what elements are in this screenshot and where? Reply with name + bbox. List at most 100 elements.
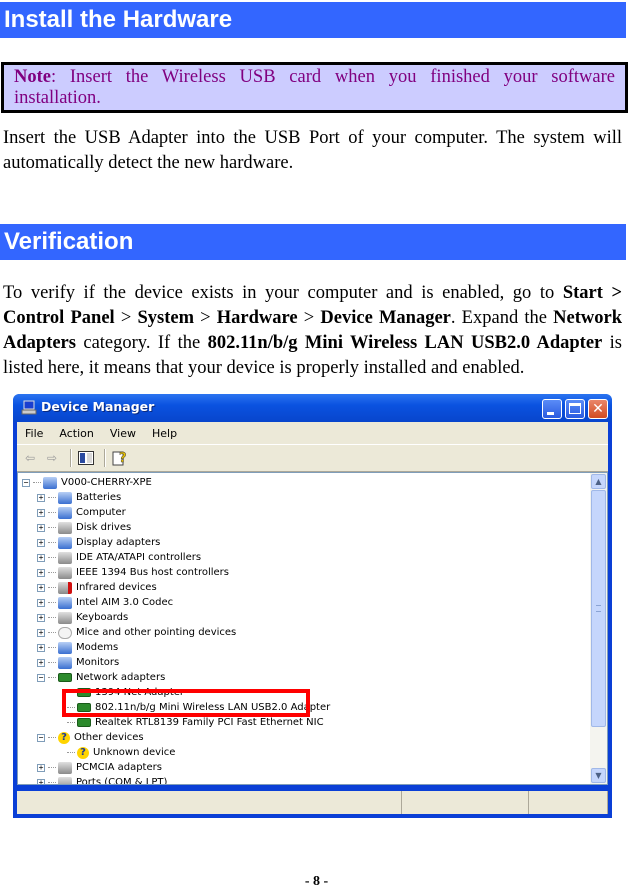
scroll-thumb[interactable] <box>591 490 606 727</box>
scroll-up-button[interactable]: ▲ <box>591 474 606 489</box>
tree-item[interactable]: + Modems <box>22 640 587 655</box>
show-hide-console-tree-icon[interactable] <box>77 449 95 467</box>
expand-toggle[interactable]: + <box>37 643 45 652</box>
expand-toggle[interactable]: + <box>37 553 45 562</box>
minimize-icon <box>547 412 554 415</box>
keyboard-icon <box>58 611 72 624</box>
tree-item-label: Batteries <box>76 492 122 503</box>
collapse-toggle[interactable]: − <box>22 478 30 487</box>
tree-connector <box>48 587 56 588</box>
expand-toggle[interactable]: + <box>37 508 45 517</box>
tree-item[interactable]: + Keyboards <box>22 610 587 625</box>
tree-child-label: Unknown device <box>93 747 176 758</box>
toolbar: ⇦ ⇨ ? <box>17 445 608 472</box>
tree-item[interactable]: + Intel AIM 3.0 Codec <box>22 595 587 610</box>
port-icon <box>58 776 72 784</box>
tree-item-label: Computer <box>76 507 126 518</box>
expand-toggle[interactable]: + <box>37 658 45 667</box>
tree-child-item[interactable]: Realtek RTL8139 Family PCI Fast Ethernet… <box>22 715 587 730</box>
tree-item[interactable]: + Monitors <box>22 655 587 670</box>
tree-connector <box>48 497 56 498</box>
tree-connector <box>48 557 56 558</box>
tree-item-label: Keyboards <box>76 612 129 623</box>
bold-hardware: Hardware <box>216 308 298 328</box>
menu-help[interactable]: Help <box>144 427 185 440</box>
menu-view[interactable]: View <box>102 427 144 440</box>
title-bar[interactable]: Device Manager ✕ <box>13 394 612 422</box>
tree-item[interactable]: + Computer <box>22 505 587 520</box>
tree-item-label: Infrared devices <box>76 582 157 593</box>
forward-arrow-icon[interactable]: ⇨ <box>43 449 61 467</box>
tree-item-label: Monitors <box>76 657 120 668</box>
vertical-scrollbar[interactable]: ▲ ▼ <box>590 473 607 784</box>
device-tree: − V000-CHERRY-XPE + Batteries + Computer + Di… <box>22 475 587 784</box>
menu-file[interactable]: File <box>17 427 51 440</box>
tree-item[interactable]: + Display adapters <box>22 535 587 550</box>
scroll-down-button[interactable]: ▼ <box>591 768 606 783</box>
text: > <box>194 308 217 328</box>
tree-child-item[interactable]: ? Unknown device <box>22 745 587 760</box>
page-number: - 8 - <box>304 874 329 889</box>
computer-icon <box>58 506 72 519</box>
collapse-toggle[interactable]: − <box>37 673 45 682</box>
battery-icon <box>58 491 72 504</box>
tree-item-label: Display adapters <box>76 537 161 548</box>
tree-item[interactable]: + Disk drives <box>22 520 587 535</box>
tree-item[interactable]: −? Other devices <box>22 730 587 745</box>
tree-item[interactable]: + Batteries <box>22 490 587 505</box>
expand-toggle[interactable]: + <box>37 763 45 772</box>
tree-item-label: Disk drives <box>76 522 132 533</box>
expand-toggle[interactable]: + <box>37 583 45 592</box>
expand-toggle[interactable]: + <box>37 598 45 607</box>
toolbar-separator <box>104 449 106 467</box>
expand-toggle[interactable]: + <box>37 538 45 547</box>
status-cell <box>17 791 402 814</box>
tree-item[interactable]: + IEEE 1394 Bus host controllers <box>22 565 587 580</box>
tree-item[interactable]: + Mice and other pointing devices <box>22 625 587 640</box>
bold-device-manager: Device Manager <box>320 308 451 328</box>
tree-item-label: IDE ATA/ATAPI controllers <box>76 552 202 563</box>
menu-action[interactable]: Action <box>51 427 101 440</box>
bold-control-panel: Control Panel <box>3 308 115 328</box>
codec-icon <box>58 596 72 609</box>
tree-item[interactable]: + IDE ATA/ATAPI controllers <box>22 550 587 565</box>
tree-root[interactable]: − V000-CHERRY-XPE <box>22 475 587 490</box>
expand-toggle[interactable]: + <box>37 628 45 637</box>
computer-icon <box>21 400 37 415</box>
tree-item[interactable]: + PCMCIA adapters <box>22 760 587 775</box>
expand-toggle[interactable]: + <box>37 523 45 532</box>
toolbar-separator <box>70 449 72 467</box>
tree-connector <box>48 542 56 543</box>
close-button[interactable]: ✕ <box>588 399 608 419</box>
expand-toggle[interactable]: + <box>37 493 45 502</box>
infrared-icon <box>58 581 72 594</box>
note-box: Note: Insert the Wireless USB card when … <box>1 62 628 113</box>
minimize-button[interactable] <box>542 399 562 419</box>
tree-item[interactable]: + Ports (COM & LPT) <box>22 775 587 784</box>
tree-connector <box>48 527 56 528</box>
display-adapter-icon <box>58 536 72 549</box>
tree-item-label: Intel AIM 3.0 Codec <box>76 597 174 608</box>
expand-toggle[interactable]: + <box>37 568 45 577</box>
help-icon[interactable]: ? <box>111 449 129 467</box>
note-text: : Insert the Wireless USB card when you … <box>14 67 615 108</box>
pcmcia-icon <box>58 761 72 774</box>
tree-item-label: Network adapters <box>76 672 166 683</box>
maximize-button[interactable] <box>565 399 585 419</box>
tree-connector <box>33 482 41 483</box>
collapse-toggle[interactable]: − <box>37 733 45 742</box>
tree-connector <box>48 782 56 783</box>
modem-icon <box>58 641 72 654</box>
expand-toggle[interactable]: + <box>37 778 45 784</box>
tree-item[interactable]: + Infrared devices <box>22 580 587 595</box>
tree-item-label: Other devices <box>74 732 144 743</box>
tree-connector <box>67 722 75 723</box>
tree-connector <box>48 647 56 648</box>
monitor-icon <box>58 656 72 669</box>
back-arrow-icon[interactable]: ⇦ <box>21 449 39 467</box>
close-icon: ✕ <box>592 401 604 417</box>
device-manager-window: Device Manager ✕ File Action View Help ⇦… <box>13 394 612 818</box>
expand-toggle[interactable]: + <box>37 613 45 622</box>
section-heading-install: Install the Hardware <box>0 2 626 38</box>
tree-item[interactable]: − Network adapters <box>22 670 587 685</box>
